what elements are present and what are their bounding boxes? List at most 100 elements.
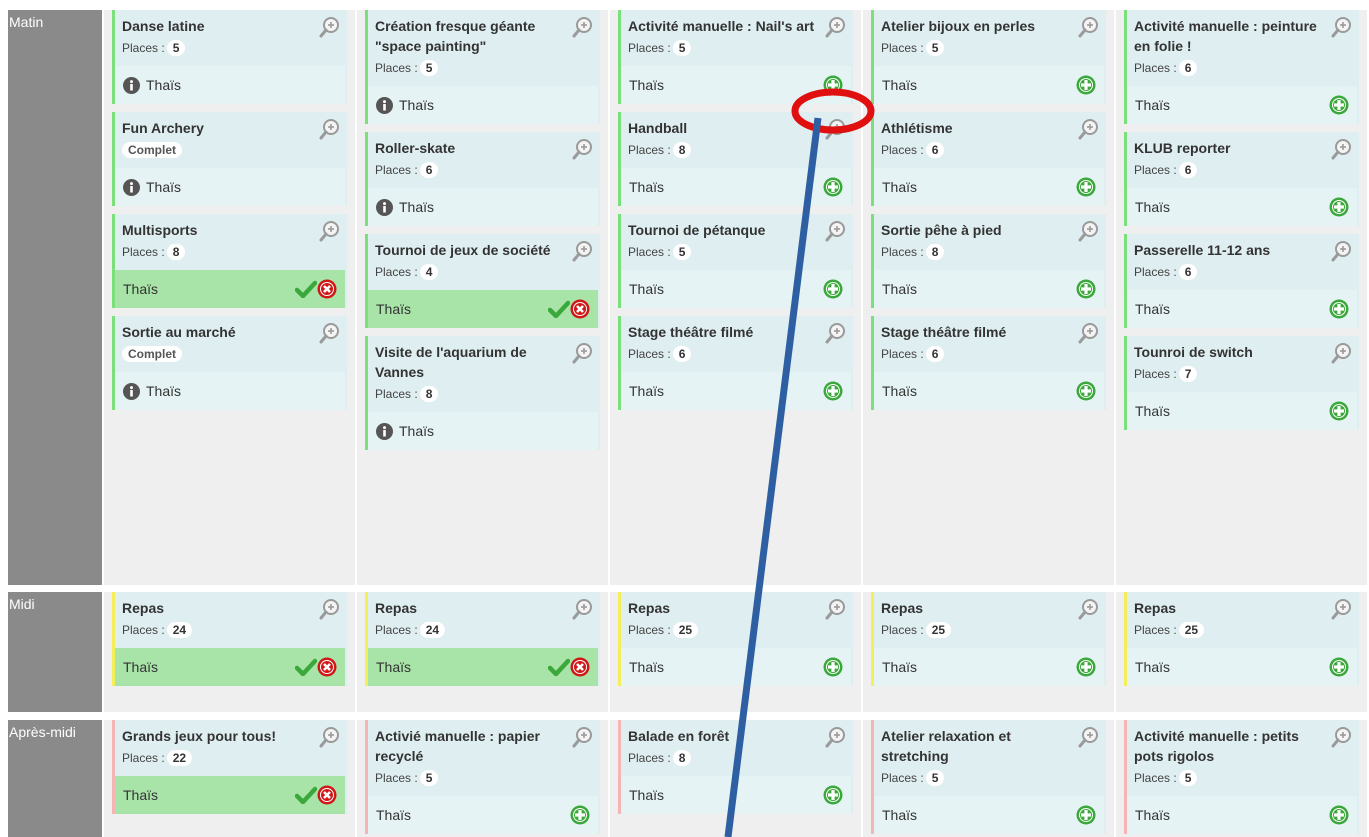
zoom-icon[interactable] <box>825 726 847 748</box>
participant-row[interactable]: Thaïs <box>115 776 345 814</box>
participant-actions <box>295 657 337 677</box>
zoom-icon[interactable] <box>1078 598 1100 620</box>
participant-row[interactable]: Thaïs <box>368 290 598 328</box>
participant-row[interactable]: Thaïs <box>874 66 1104 104</box>
info-icon[interactable] <box>123 382 140 400</box>
zoom-icon[interactable] <box>825 16 847 38</box>
info-icon[interactable] <box>123 76 140 94</box>
add-icon[interactable] <box>1329 805 1349 825</box>
remove-icon[interactable] <box>570 299 590 319</box>
zoom-icon[interactable] <box>572 726 594 748</box>
zoom-icon[interactable] <box>572 16 594 38</box>
participant-row[interactable]: Thaïs <box>368 648 598 686</box>
remove-icon[interactable] <box>317 279 337 299</box>
participant-row[interactable]: Thaïs <box>874 796 1104 834</box>
remove-icon[interactable] <box>317 785 337 805</box>
zoom-icon[interactable] <box>1331 598 1353 620</box>
participant-row[interactable]: Thaïs <box>621 776 851 814</box>
participant-row: Thaïs <box>368 188 598 226</box>
add-icon[interactable] <box>1329 401 1349 421</box>
zoom-icon[interactable] <box>1331 240 1353 262</box>
remove-icon[interactable] <box>570 657 590 677</box>
add-icon[interactable] <box>823 75 843 95</box>
participant-row[interactable]: Thaïs <box>1127 648 1357 686</box>
zoom-icon[interactable] <box>319 322 341 344</box>
info-icon[interactable] <box>123 178 140 196</box>
info-icon[interactable] <box>376 96 393 114</box>
participant-row[interactable]: Thaïs <box>115 648 345 686</box>
zoom-icon[interactable] <box>319 118 341 140</box>
remove-icon[interactable] <box>317 657 337 677</box>
add-icon[interactable] <box>1076 177 1096 197</box>
add-icon[interactable] <box>1076 805 1096 825</box>
zoom-icon[interactable] <box>1078 726 1100 748</box>
places-count-badge: 22 <box>166 750 193 766</box>
places-line: Places :6 <box>1134 158 1325 186</box>
info-icon[interactable] <box>376 198 393 216</box>
zoom-icon[interactable] <box>1331 342 1353 364</box>
zoom-icon[interactable] <box>319 220 341 242</box>
participant-row: Thaïs <box>368 412 598 450</box>
participant-row[interactable]: Thaïs <box>621 66 851 104</box>
zoom-icon[interactable] <box>825 118 847 140</box>
add-icon[interactable] <box>1329 197 1349 217</box>
participant-row[interactable]: Thaïs <box>1127 392 1357 430</box>
zoom-icon[interactable] <box>1078 322 1100 344</box>
day-column: Repas Places :25 Thaïs <box>863 592 1114 712</box>
zoom-icon[interactable] <box>319 726 341 748</box>
participant-row[interactable]: Thaïs <box>1127 188 1357 226</box>
participant-row[interactable]: Thaïs <box>874 372 1104 410</box>
zoom-icon[interactable] <box>572 138 594 160</box>
zoom-icon[interactable] <box>1078 118 1100 140</box>
activity-card-header: Tournoi de pétanque Places :5 <box>621 214 853 270</box>
participant-row[interactable]: Thaïs <box>621 168 851 206</box>
zoom-icon[interactable] <box>572 342 594 364</box>
add-icon[interactable] <box>823 177 843 197</box>
info-icon[interactable] <box>376 422 393 440</box>
add-icon[interactable] <box>1329 657 1349 677</box>
participant-row[interactable]: Thaïs <box>368 796 598 834</box>
participant-row[interactable]: Thaïs <box>874 648 1104 686</box>
participant-row[interactable]: Thaïs <box>1127 796 1357 834</box>
places-count-badge: 8 <box>672 750 692 766</box>
zoom-icon[interactable] <box>1331 726 1353 748</box>
participant-row[interactable]: Thaïs <box>621 648 851 686</box>
zoom-icon[interactable] <box>572 240 594 262</box>
add-icon[interactable] <box>1329 95 1349 115</box>
participant-row[interactable]: Thaïs <box>874 270 1104 308</box>
add-icon[interactable] <box>1076 279 1096 299</box>
activity-card: Atelier bijoux en perles Places :5 Thaïs <box>871 10 1106 104</box>
add-icon[interactable] <box>1076 75 1096 95</box>
participant-row[interactable]: Thaïs <box>874 168 1104 206</box>
zoom-icon[interactable] <box>1331 16 1353 38</box>
zoom-icon[interactable] <box>825 220 847 242</box>
add-icon[interactable] <box>1076 657 1096 677</box>
activity-title: Athlétisme <box>881 120 953 136</box>
participant-row[interactable]: Thaïs <box>1127 86 1357 124</box>
zoom-icon[interactable] <box>572 598 594 620</box>
participant-row[interactable]: Thaïs <box>621 372 851 410</box>
zoom-icon[interactable] <box>1078 16 1100 38</box>
zoom-icon[interactable] <box>825 598 847 620</box>
places-label: Places : <box>375 61 418 75</box>
participant-row[interactable]: Thaïs <box>1127 290 1357 328</box>
zoom-icon[interactable] <box>319 16 341 38</box>
zoom-icon[interactable] <box>825 322 847 344</box>
places-label: Places : <box>122 751 165 765</box>
add-icon[interactable] <box>570 805 590 825</box>
participant-row[interactable]: Thaïs <box>621 270 851 308</box>
add-icon[interactable] <box>823 279 843 299</box>
add-icon[interactable] <box>1076 381 1096 401</box>
add-icon[interactable] <box>823 657 843 677</box>
zoom-icon[interactable] <box>319 598 341 620</box>
activity-card: Création fresque géante "space painting"… <box>365 10 600 124</box>
activity-card: Fun Archery Complet Thaïs <box>112 112 347 206</box>
add-icon[interactable] <box>823 381 843 401</box>
add-icon[interactable] <box>823 785 843 805</box>
places-label: Places : <box>375 623 418 637</box>
zoom-icon[interactable] <box>1078 220 1100 242</box>
places-line: Places :5 <box>628 36 819 64</box>
participant-row[interactable]: Thaïs <box>115 270 345 308</box>
add-icon[interactable] <box>1329 299 1349 319</box>
zoom-icon[interactable] <box>1331 138 1353 160</box>
